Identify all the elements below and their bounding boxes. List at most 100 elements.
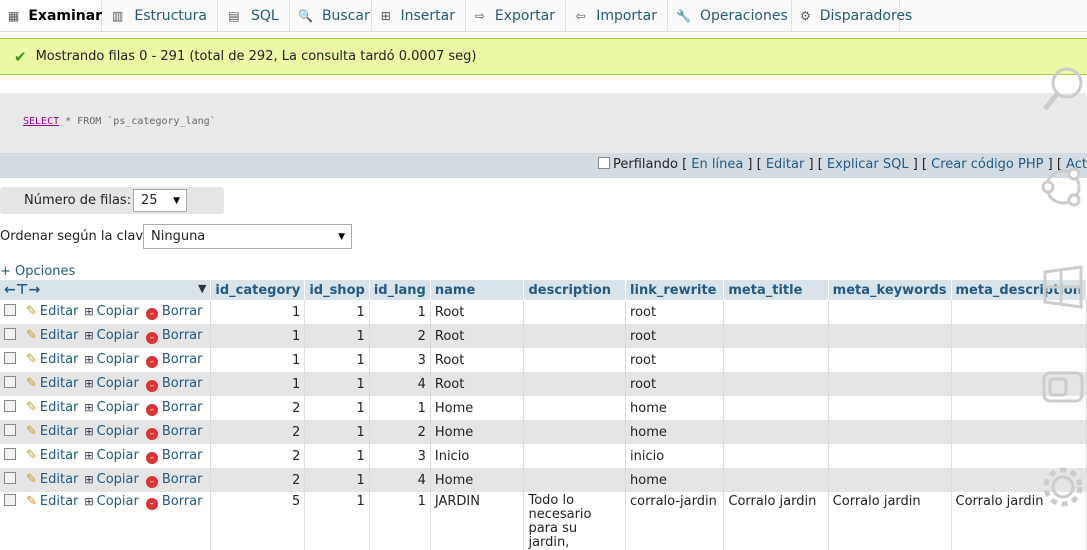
tab-exportar[interactable]: ⇨ Exportar [466,0,566,31]
copy-icon[interactable]: ⊞ [84,495,93,508]
delete-row-link[interactable]: Borrar [162,376,203,391]
delete-icon[interactable]: – [145,308,158,320]
delete-icon[interactable]: – [145,356,158,368]
column-header-meta-keywords[interactable]: meta_keywords [828,280,952,300]
delete-row-link[interactable]: Borrar [162,352,203,367]
pencil-icon[interactable]: ✎ [26,400,37,415]
column-header-id-shop[interactable]: id_shop [304,280,370,300]
sql-keyword-link[interactable]: SELECT [23,116,59,127]
column-header-meta-title[interactable]: meta_title [723,280,829,300]
tab-operaciones[interactable]: 🔧 Operaciones [668,0,792,31]
delete-icon[interactable]: – [145,498,158,510]
inline-link[interactable]: En línea [691,157,743,172]
row-checkbox[interactable] [4,376,16,388]
pencil-icon[interactable]: ✎ [26,352,37,367]
copy-icon[interactable]: ⊞ [84,473,93,486]
copy-row-link[interactable]: Copiar [97,352,139,367]
delete-icon[interactable]: – [145,332,158,344]
delete-row-link[interactable]: Borrar [162,448,203,463]
cell-meta-title [723,324,829,348]
edit-row-link[interactable]: Editar [40,424,79,439]
delete-icon[interactable]: – [145,452,158,464]
delete-row-link[interactable]: Borrar [162,494,203,509]
delete-row-link[interactable]: Borrar [162,472,203,487]
copy-row-link[interactable]: Copiar [97,424,139,439]
copy-icon[interactable]: ⊞ [84,449,93,462]
sort-key-select[interactable]: Ninguna ▼ [143,224,352,249]
copy-row-link[interactable]: Copiar [97,494,139,509]
row-checkbox[interactable] [4,304,16,316]
row-checkbox[interactable] [4,328,16,340]
pencil-icon[interactable]: ✎ [26,328,37,343]
copy-icon[interactable]: ⊞ [84,377,93,390]
pencil-icon[interactable]: ✎ [26,304,37,319]
row-checkbox[interactable] [4,494,16,506]
copy-row-link[interactable]: Copiar [97,376,139,391]
pencil-icon[interactable]: ✎ [26,494,37,509]
row-actions: ✎ Editar ⊞ Copiar – Borrar [0,372,212,396]
delete-icon[interactable]: – [145,404,158,416]
copy-icon[interactable]: ⊞ [84,305,93,318]
column-header-link-rewrite[interactable]: link_rewrite [625,280,725,300]
row-checkbox[interactable] [4,472,16,484]
copy-row-link[interactable]: Copiar [97,472,139,487]
options-toggle[interactable]: + Opciones [0,264,75,279]
edit-row-link[interactable]: Editar [40,376,79,391]
row-checkbox[interactable] [4,424,16,436]
edit-row-link[interactable]: Editar [40,304,79,319]
create-php-link[interactable]: Crear código PHP [931,157,1043,172]
tab-sql[interactable]: ▤ SQL [218,0,290,31]
row-checkbox[interactable] [4,400,16,412]
column-dropdown-icon[interactable]: ▼ [198,282,206,295]
copy-row-link[interactable]: Copiar [97,448,139,463]
column-header-name[interactable]: name [430,280,525,300]
edit-row-link[interactable]: Editar [40,494,79,509]
pencil-icon[interactable]: ✎ [26,448,37,463]
edit-row-link[interactable]: Editar [40,352,79,367]
tab-importar[interactable]: ⇦ Importar [566,0,668,31]
delete-icon[interactable]: – [145,380,158,392]
edit-row-link[interactable]: Editar [40,472,79,487]
table-row: ✎ Editar ⊞ Copiar – Borrar 2 1 1 Home home [0,396,1087,420]
pencil-icon[interactable]: ✎ [26,376,37,391]
copy-icon[interactable]: ⊞ [84,329,93,342]
profiling-checkbox[interactable] [598,157,610,169]
copy-row-link[interactable]: Copiar [97,328,139,343]
copy-icon[interactable]: ⊞ [84,401,93,414]
cell-description [523,396,627,420]
delete-row-link[interactable]: Borrar [162,304,203,319]
cell-description [523,468,627,492]
tab-estructura[interactable]: ▥ Estructura [102,0,218,31]
cell-id-lang: 1 [369,300,431,324]
pencil-icon[interactable]: ✎ [26,472,37,487]
rows-per-page-select[interactable]: 25 ▼ [133,189,187,212]
column-header-id-category[interactable]: id_category [210,280,306,300]
column-arrows-icon[interactable]: ←⊤→ [4,282,40,298]
cell-meta-title: Corralo jardin [723,492,829,550]
edit-query-link[interactable]: Editar [766,157,805,172]
pencil-icon[interactable]: ✎ [26,424,37,439]
delete-icon[interactable]: – [145,428,158,440]
delete-row-link[interactable]: Borrar [162,328,203,343]
tab-insertar[interactable]: ⊞ Insertar [372,0,466,31]
delete-row-link[interactable]: Borrar [162,400,203,415]
row-checkbox[interactable] [4,448,16,460]
edit-row-link[interactable]: Editar [40,448,79,463]
copy-row-link[interactable]: Copiar [97,400,139,415]
delete-row-link[interactable]: Borrar [162,424,203,439]
tab-examinar[interactable]: ▦ Examinar [0,0,102,31]
edit-row-link[interactable]: Editar [40,328,79,343]
tab-buscar[interactable]: 🔍 Buscar [290,0,372,31]
column-header-id-lang[interactable]: id_lang [369,280,431,300]
tab-disparadores[interactable]: ⚙ Disparadores [792,0,912,31]
row-actions: ✎ Editar ⊞ Copiar – Borrar [0,348,212,372]
row-checkbox[interactable] [4,352,16,364]
column-header-description[interactable]: description [523,280,627,300]
delete-icon[interactable]: – [145,476,158,488]
cell-meta-keywords [828,396,952,420]
copy-icon[interactable]: ⊞ [84,425,93,438]
copy-icon[interactable]: ⊞ [84,353,93,366]
copy-row-link[interactable]: Copiar [97,304,139,319]
edit-row-link[interactable]: Editar [40,400,79,415]
explain-sql-link[interactable]: Explicar SQL [827,157,909,172]
